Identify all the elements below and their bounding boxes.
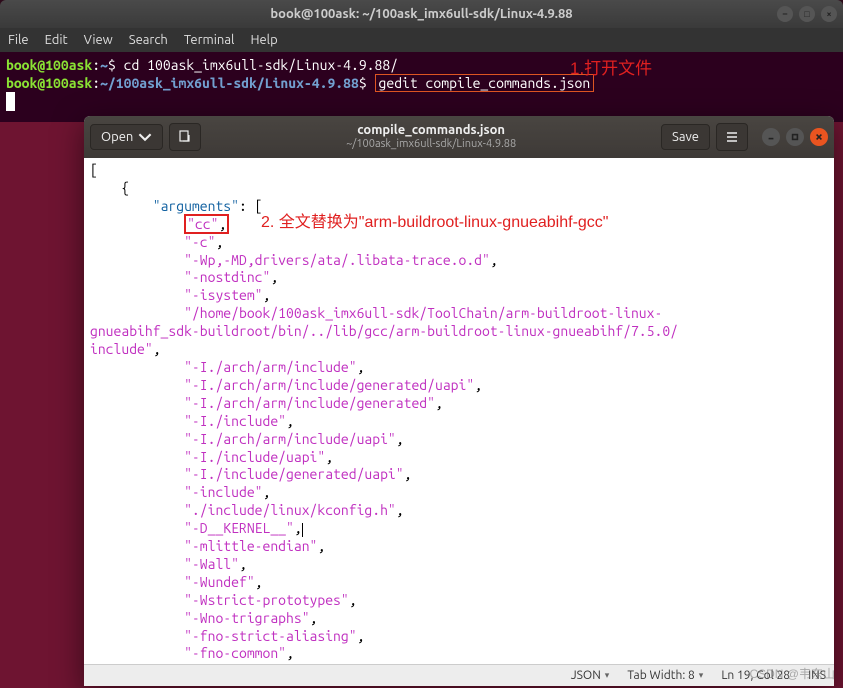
minimize-button[interactable] xyxy=(762,128,780,146)
gedit-headerbar: Open compile_commands.json ~/100ask_imx6… xyxy=(84,116,834,158)
terminal-window-controls: – □ × xyxy=(777,6,837,22)
terminal-menubar: File Edit View Search Terminal Help xyxy=(0,28,843,52)
hamburger-menu-button[interactable] xyxy=(716,123,748,151)
chevron-down-icon: ▾ xyxy=(699,670,704,681)
editor-body[interactable]: [ { "arguments": [ "cc", "-c", "-Wp,-MD,… xyxy=(84,158,834,664)
open-button[interactable]: Open xyxy=(90,124,163,150)
gedit-subtitle: ~/100ask_imx6ull-sdk/Linux-4.9.88 xyxy=(207,138,655,151)
gedit-statusbar: JSON ▾ Tab Width: 8 ▾ Ln 19, Col 28 INS xyxy=(84,664,834,686)
terminal-titlebar: book@100ask: ~/100ask_imx6ull-sdk/Linux-… xyxy=(0,0,843,28)
menu-search[interactable]: Search xyxy=(129,33,168,47)
prompt-path: ~ xyxy=(100,57,108,73)
gedit-window: Open compile_commands.json ~/100ask_imx6… xyxy=(84,116,834,686)
terminal-cmd-1: cd 100ask_imx6ull-sdk/Linux-4.9.88/ xyxy=(124,57,398,73)
menu-help[interactable]: Help xyxy=(250,33,277,47)
menu-terminal[interactable]: Terminal xyxy=(184,33,235,47)
maximize-button[interactable]: □ xyxy=(799,6,815,22)
terminal-cursor xyxy=(6,92,15,110)
cc-token: "cc" xyxy=(187,216,218,232)
gedit-title: compile_commands.json xyxy=(207,123,655,139)
toolchain-path: "/home/book/100ask_imx6ull-sdk/ToolChain… xyxy=(90,305,678,357)
maximize-button[interactable] xyxy=(786,128,804,146)
hamburger-icon xyxy=(725,130,739,144)
annotation-1: 1.打开文件 xyxy=(570,54,652,79)
terminal-window: book@100ask: ~/100ask_imx6ull-sdk/Linux-… xyxy=(0,0,843,122)
watermark: CSDN @韦东山 xyxy=(749,665,835,682)
chevron-down-icon xyxy=(138,130,152,144)
prompt-user: book@100ask xyxy=(6,57,92,73)
annotation-2: 2. 全文替换为"arm-buildroot-linux-gnueabihf-g… xyxy=(261,213,609,233)
close-button[interactable] xyxy=(810,128,828,146)
menu-view[interactable]: View xyxy=(84,33,113,47)
status-language[interactable]: JSON ▾ xyxy=(571,669,610,682)
gedit-window-controls xyxy=(762,128,828,146)
menu-edit[interactable]: Edit xyxy=(45,33,68,47)
new-tab-button[interactable] xyxy=(169,123,201,151)
terminal-body[interactable]: book@100ask:~$ cd 100ask_imx6ull-sdk/Lin… xyxy=(0,52,843,122)
text-cursor xyxy=(302,523,303,537)
prompt-path: ~/100ask_imx6ull-sdk/Linux-4.9.88 xyxy=(100,75,359,91)
terminal-title: book@100ask: ~/100ask_imx6ull-sdk/Linux-… xyxy=(270,7,572,21)
save-button[interactable]: Save xyxy=(661,124,710,150)
gedit-title-area: compile_commands.json ~/100ask_imx6ull-s… xyxy=(207,123,655,152)
prompt-user: book@100ask xyxy=(6,75,92,91)
menu-file[interactable]: File xyxy=(8,33,29,47)
status-tabwidth[interactable]: Tab Width: 8 ▾ xyxy=(627,669,703,682)
terminal-cmd-2: gedit compile_commands.json xyxy=(375,74,595,92)
chevron-down-icon: ▾ xyxy=(605,670,610,681)
new-document-icon xyxy=(178,130,192,144)
minimize-button[interactable]: – xyxy=(777,6,793,22)
close-button[interactable]: × xyxy=(821,6,837,22)
